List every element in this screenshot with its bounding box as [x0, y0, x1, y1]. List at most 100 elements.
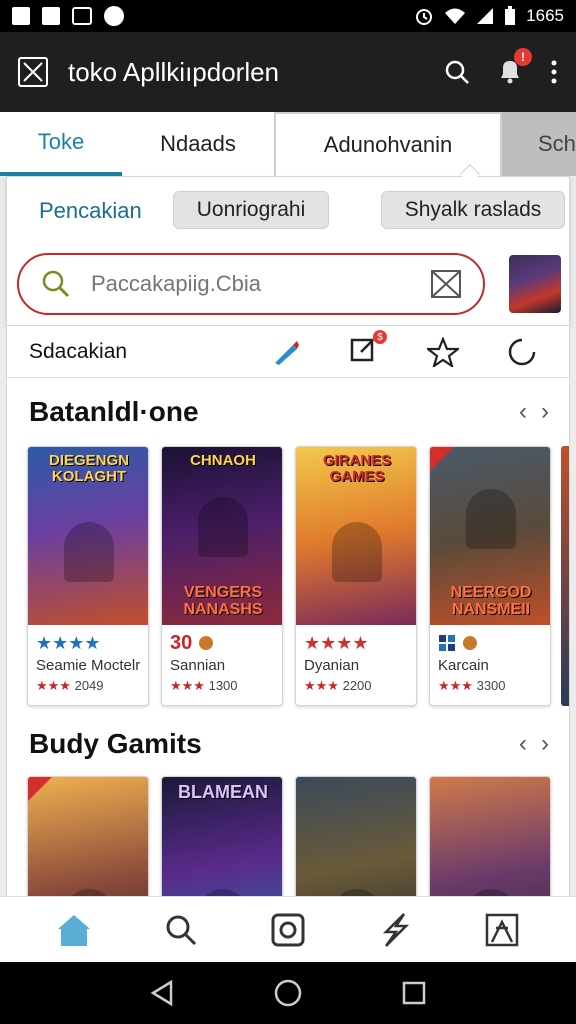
game-card[interactable]: CHNAOH VENGERS NANASHS 30 Sannian ★★★ 13…	[161, 446, 283, 706]
pen-icon[interactable]	[271, 337, 301, 367]
section-nav-2: ‹ ›	[519, 730, 549, 758]
app-logo-icon[interactable]	[18, 57, 48, 87]
card-rating: ★★★★	[304, 631, 408, 655]
game-card[interactable]	[295, 776, 417, 896]
home-icon	[57, 914, 90, 946]
nav-profile[interactable]	[472, 905, 532, 955]
wifi-icon	[445, 8, 466, 24]
search-bar[interactable]	[17, 253, 485, 315]
hero-figure	[332, 889, 382, 896]
section-header-2: Budy Gamits ‹ ›	[29, 724, 549, 764]
meta-count: 3300	[476, 678, 506, 693]
status-right: 1665	[414, 6, 564, 26]
status-bar: 1665	[0, 0, 576, 32]
filter-label: Pencakian	[39, 198, 142, 223]
more-options-icon[interactable]	[550, 59, 558, 85]
game-card[interactable]: DIEGENGN KOLAGHT ★★★★ Seamie Moctelrs ★★…	[27, 446, 149, 706]
search-icon	[166, 915, 196, 945]
home-circle-icon[interactable]	[273, 978, 303, 1008]
hero-figure	[466, 889, 516, 896]
nav-updates[interactable]	[365, 905, 425, 955]
section-nav-1: ‹ ›	[519, 398, 549, 426]
edit-badge: $	[373, 330, 387, 344]
prev-arrow-icon[interactable]: ‹	[519, 398, 527, 426]
clear-search-icon[interactable]	[431, 270, 461, 298]
star-icon[interactable]	[427, 336, 459, 367]
cover-subtitle: VENGERS NANASHS	[183, 584, 263, 619]
filter-row: Pencakian Uonriograhi Shyalk raslads	[7, 189, 571, 233]
next-arrow-icon[interactable]: ›	[541, 730, 549, 758]
card-info: ★★★★ Seamie Moctelrs ★★★ 2049	[28, 625, 148, 700]
notifications-button[interactable]: !	[496, 47, 532, 89]
alarm-icon	[416, 9, 433, 25]
meta-stars: ★★★	[170, 678, 205, 693]
developer-icon	[439, 635, 455, 651]
app-actions: !	[444, 47, 558, 89]
nav-search[interactable]	[151, 905, 211, 955]
game-card[interactable]	[429, 776, 551, 896]
edit-button[interactable]: $	[349, 330, 387, 369]
tab-sch[interactable]: Sch	[502, 112, 576, 176]
meta-stars: ★★★	[438, 678, 473, 693]
game-meta: ★★★ 3300	[438, 678, 542, 694]
recents-icon[interactable]	[401, 980, 427, 1006]
hero-figure	[466, 489, 516, 550]
app-notification-icon	[42, 7, 60, 25]
hero-figure	[198, 889, 248, 896]
tab-ndaads[interactable]: Ndaads	[122, 112, 274, 176]
tab-toke[interactable]: Toke	[0, 112, 122, 176]
meta-count: 2200	[342, 678, 372, 693]
meta-count: 1300	[208, 678, 238, 693]
next-arrow-icon[interactable]: ›	[541, 398, 549, 426]
cover-title: BLAMEAN	[178, 782, 268, 802]
corner-tag	[430, 447, 454, 471]
status-time: 1665	[526, 6, 564, 25]
search-input[interactable]	[91, 271, 391, 297]
section-title-1: Batanldl·one	[29, 396, 199, 427]
camera-icon	[271, 913, 305, 946]
refresh-icon[interactable]	[507, 337, 537, 367]
prev-arrow-icon[interactable]: ‹	[519, 730, 527, 758]
bottom-nav	[0, 896, 576, 962]
game-card[interactable]: GIRANES GAMES ★★★★ Dyanian ★★★ 2200	[295, 446, 417, 706]
toolbar-icons: $	[271, 330, 537, 369]
game-card[interactable]: BLAMEAN	[161, 776, 283, 896]
game-cover: CHNAOH VENGERS NANASHS	[162, 447, 282, 625]
nav-home[interactable]	[44, 905, 104, 955]
search-icon[interactable]	[444, 59, 470, 85]
coin-icon	[199, 636, 214, 650]
next-card-peek[interactable]	[561, 446, 569, 706]
filter-chip-1[interactable]: Uonriograhi	[173, 191, 329, 229]
filter-chip-2[interactable]: Shyalk raslads	[381, 191, 565, 229]
hero-figure	[64, 521, 114, 582]
meta-stars: ★★★	[36, 678, 71, 693]
game-card[interactable]	[27, 776, 149, 896]
corner-tag	[28, 777, 52, 801]
back-icon[interactable]	[149, 979, 175, 1007]
cover-subtitle: NEERGOD NANSMEII	[450, 584, 532, 619]
hero-figure	[64, 889, 114, 896]
search-panel: Pencakian Uonriograhi Shyalk raslads	[6, 164, 571, 326]
card-info: ★★★★ Dyanian ★★★ 2200	[296, 625, 416, 700]
meta-count: 2049	[74, 678, 104, 693]
game-name: Seamie Moctelrs	[36, 657, 140, 674]
game-card[interactable]: NEERGOD NANSMEII Karcain ★★★ 3300	[429, 446, 551, 706]
card-info: 30 Sannian ★★★ 1300	[162, 625, 282, 700]
card-rating: ★★★★	[36, 631, 140, 655]
user-avatar[interactable]	[509, 255, 561, 313]
signal-icon	[477, 8, 494, 24]
game-cover	[296, 777, 416, 896]
camera-icon	[72, 7, 92, 25]
toolbar-label: Sdacakian	[29, 339, 128, 363]
game-meta: ★★★ 2200	[304, 678, 408, 694]
game-cover: BLAMEAN	[162, 777, 282, 896]
game-cover	[430, 777, 550, 896]
tab-bar: Toke Ndaads Adunohvanin Sch	[0, 112, 576, 176]
nav-camera[interactable]	[258, 905, 318, 955]
game-meta: ★★★ 2049	[36, 678, 140, 694]
card-row-2: BLAMEAN	[27, 776, 551, 896]
lightning-icon	[383, 912, 410, 947]
rating-number: 30	[170, 631, 193, 654]
card-info: Karcain ★★★ 3300	[430, 625, 550, 700]
game-cover: DIEGENGN KOLAGHT	[28, 447, 148, 625]
